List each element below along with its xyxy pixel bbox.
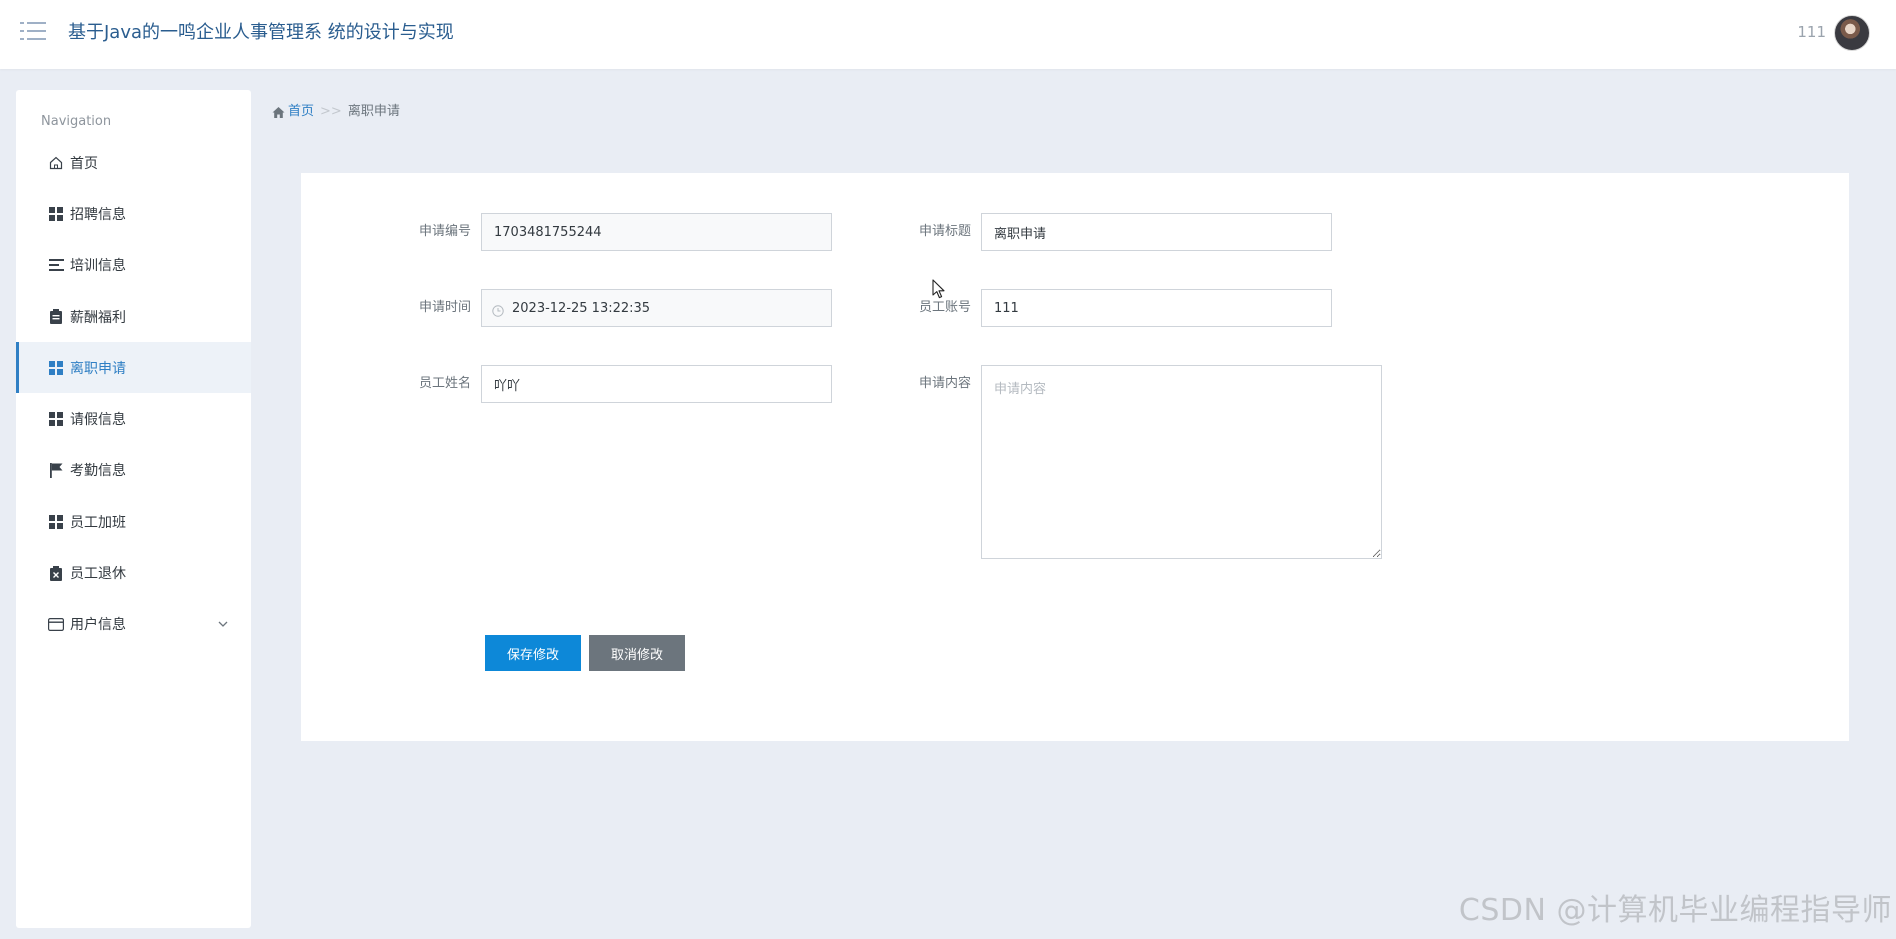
avatar[interactable] [1834,15,1870,51]
sidebar-item-label: 离职申请 [70,360,126,377]
nav-section-title: Navigation [41,114,112,129]
sidebar-item-label: 员工退休 [70,566,126,583]
clock-icon [492,302,504,317]
watermark-text: CSDN @计算机毕业编程指导师 [1458,893,1892,928]
breadcrumb: 首页 >> 离职申请 [272,102,400,122]
user-name[interactable]: 111 [1797,22,1826,42]
apply-title-input[interactable] [981,213,1332,251]
home-icon [48,155,64,171]
employee-account-input[interactable] [981,289,1332,327]
flag-icon [48,462,64,478]
apply-content-label: 申请内容 [918,376,971,391]
grid-icon [48,206,64,222]
sidebar-item-leave[interactable]: 请假信息 [16,393,251,444]
employee-name-label: 员工姓名 [418,376,471,391]
nav-list: 首页 招聘信息 培训信息 薪酬福利 离职申请 请假信息 考勤信息 员工加班 员工… [16,137,251,650]
list-menu-icon[interactable] [20,20,46,42]
sidebar-item-label: 薪酬福利 [70,309,126,326]
apply-no-label: 申请编号 [418,224,471,239]
home-icon [272,106,285,119]
app-title: 基于Java的一鸣企业人事管理系 统的设计与实现 [68,22,454,43]
save-button[interactable]: 保存修改 [485,635,581,671]
sidebar-item-salary[interactable]: 薪酬福利 [16,291,251,342]
sidebar-item-home[interactable]: 首页 [16,137,251,188]
grid-icon [48,411,64,427]
sidebar-item-user-info[interactable]: 用户信息 [16,599,251,650]
sidebar-item-label: 用户信息 [70,617,126,634]
sidebar-item-recruitment[interactable]: 招聘信息 [16,188,251,239]
top-header: 基于Java的一鸣企业人事管理系 统的设计与实现 111 [0,0,1896,69]
sidebar-item-resignation[interactable]: 离职申请 [16,342,251,394]
sidebar-item-label: 招聘信息 [70,206,126,223]
apply-content-textarea[interactable] [981,365,1382,559]
breadcrumb-home-link[interactable]: 首页 [288,102,314,122]
sidebar-item-attendance[interactable]: 考勤信息 [16,445,251,496]
breadcrumb-current: 离职申请 [347,104,400,119]
breadcrumb-separator: >> [320,104,342,119]
sidebar-item-training[interactable]: 培训信息 [16,240,251,291]
sidebar-item-label: 考勤信息 [70,463,126,480]
grid-icon [48,514,64,530]
form-card: 申请编号 申请标题 申请时间 2023-12-25 13:22:35 员工账号 … [301,173,1849,741]
clipboard-x-icon [48,565,64,581]
sidebar: Navigation 首页 招聘信息 培训信息 薪酬福利 离职申请 请假信息 考… [16,90,251,928]
sidebar-item-label: 员工加班 [70,514,126,531]
grid-icon [48,360,64,376]
sidebar-item-label: 请假信息 [70,412,126,429]
sidebar-item-label: 培训信息 [70,258,126,275]
sidebar-item-retirement[interactable]: 员工退休 [16,547,251,598]
apply-title-label: 申请标题 [918,224,971,239]
clipboard-icon [48,309,64,325]
list-lines-icon [48,257,64,273]
apply-time-value: 2023-12-25 13:22:35 [512,300,651,316]
chevron-down-icon[interactable] [217,618,229,630]
employee-account-label: 员工账号 [918,300,971,315]
cancel-button[interactable]: 取消修改 [589,635,685,671]
employee-name-input[interactable] [481,365,832,403]
mouse-cursor-icon [932,279,946,299]
sidebar-item-overtime[interactable]: 员工加班 [16,496,251,547]
sidebar-item-label: 首页 [70,155,98,172]
apply-time-label: 申请时间 [418,300,471,315]
wallet-icon [48,616,64,632]
apply-no-input[interactable] [481,213,832,251]
apply-time-field[interactable]: 2023-12-25 13:22:35 [481,289,832,327]
